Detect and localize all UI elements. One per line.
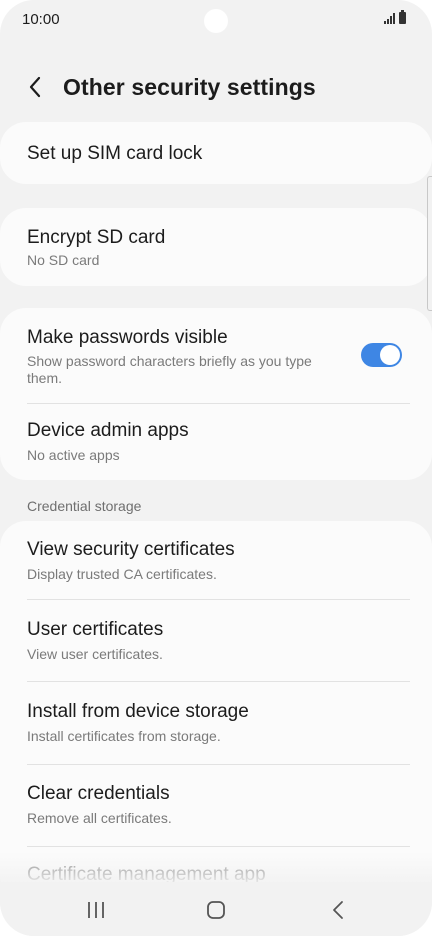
install-from-storage-row[interactable]: Install from device storage Install cert… xyxy=(0,682,432,764)
status-icons xyxy=(384,10,406,24)
back-icon xyxy=(333,901,343,919)
passwords-visible-title: Make passwords visible xyxy=(27,327,228,348)
encrypt-sd-title: Encrypt SD card xyxy=(27,227,166,248)
user-certificates-title: User certificates xyxy=(27,619,164,640)
install-from-storage-subtitle: Install certificates from storage. xyxy=(27,728,221,744)
encrypt-sd-subtitle: No SD card xyxy=(27,252,100,268)
battery-icon xyxy=(399,10,406,24)
chevron-left-icon xyxy=(29,76,41,98)
passwords-visible-subtitle-line1: Show password characters briefly as you … xyxy=(27,353,312,369)
toggle-knob xyxy=(380,345,400,365)
recents-icon xyxy=(88,902,104,918)
clear-credentials-title: Clear credentials xyxy=(27,783,170,804)
view-security-certificates-subtitle: Display trusted CA certificates. xyxy=(27,566,217,582)
header: Other security settings xyxy=(0,62,432,112)
device-admin-row[interactable]: Device admin apps No active apps xyxy=(0,404,432,480)
status-time: 10:00 xyxy=(22,11,60,28)
sim-lock-row[interactable]: Set up SIM card lock xyxy=(0,122,432,184)
passwords-visible-subtitle-line2: them. xyxy=(27,370,63,386)
sim-lock-card: Set up SIM card lock xyxy=(0,122,432,184)
scrollbar[interactable] xyxy=(427,176,432,311)
encrypt-sd-card: Encrypt SD card No SD card xyxy=(0,208,432,286)
page-title: Other security settings xyxy=(63,74,316,100)
clear-credentials-row[interactable]: Clear credentials Remove all certificate… xyxy=(0,765,432,846)
nav-back-button[interactable] xyxy=(316,894,360,926)
home-icon xyxy=(207,901,225,919)
encrypt-sd-row[interactable]: Encrypt SD card No SD card xyxy=(0,208,432,286)
passwords-visible-toggle[interactable] xyxy=(361,343,402,367)
credentials-card: View security certificates Display trust… xyxy=(0,521,432,901)
view-security-certificates-row[interactable]: View security certificates Display trust… xyxy=(0,521,432,599)
signal-icon xyxy=(384,12,395,24)
device-admin-title: Device admin apps xyxy=(27,420,189,441)
camera-cutout xyxy=(204,9,228,33)
clear-credentials-subtitle: Remove all certificates. xyxy=(27,810,172,826)
view-security-certificates-title: View security certificates xyxy=(27,539,235,560)
password-admin-card: Make passwords visible Show password cha… xyxy=(0,308,432,480)
recents-button[interactable] xyxy=(74,894,118,926)
sim-lock-title: Set up SIM card lock xyxy=(27,143,203,164)
phone-screen: 10:00 Other security settings Set up SIM… xyxy=(0,0,432,936)
home-button[interactable] xyxy=(194,894,238,926)
navigation-bar xyxy=(0,882,432,936)
back-button[interactable] xyxy=(18,70,52,104)
install-from-storage-title: Install from device storage xyxy=(27,701,249,722)
status-bar: 10:00 xyxy=(0,0,432,40)
device-admin-subtitle: No active apps xyxy=(27,447,120,463)
user-certificates-row[interactable]: User certificates View user certificates… xyxy=(0,600,432,681)
section-label-credential-storage: Credential storage xyxy=(27,498,142,514)
user-certificates-subtitle: View user certificates. xyxy=(27,646,163,662)
